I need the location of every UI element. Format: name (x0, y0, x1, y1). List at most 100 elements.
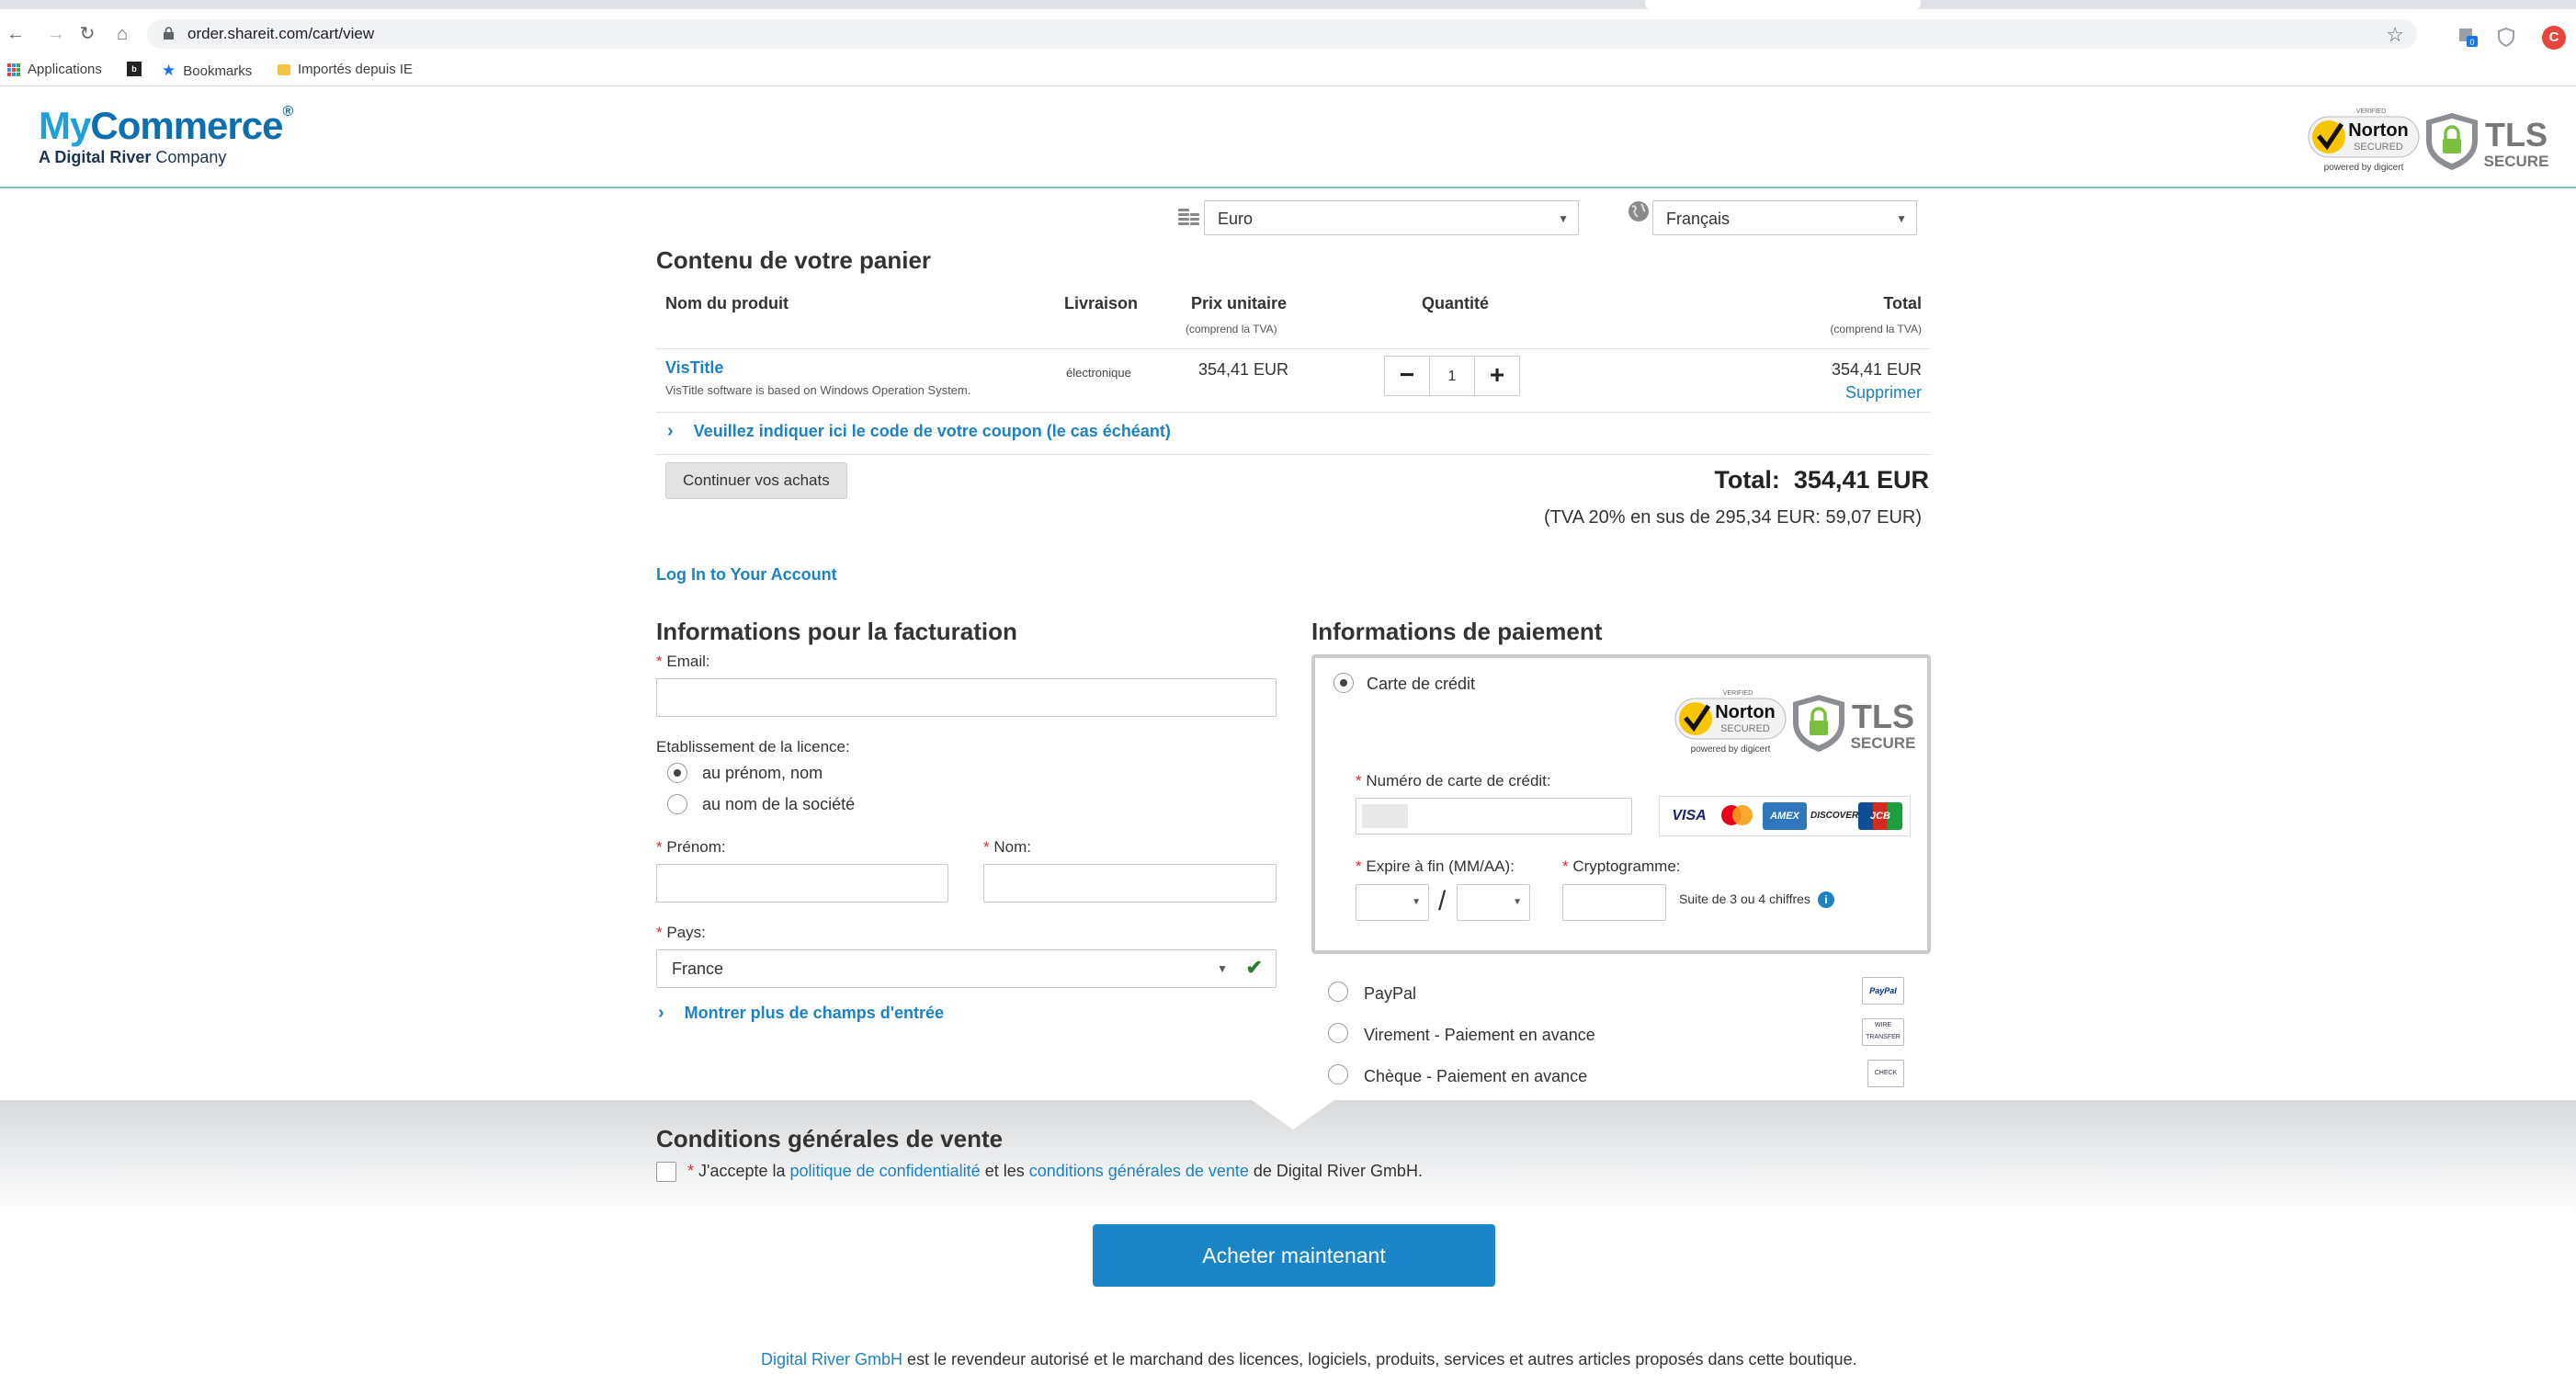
remove-item-link[interactable]: Supprimer (1845, 383, 1922, 403)
cart-title: Contenu de votre panier (656, 246, 932, 274)
credit-card-label: Carte de crédit (1367, 675, 1476, 693)
col-total: Total (1883, 294, 1922, 312)
email-field[interactable] (656, 678, 1277, 717)
star-icon: ★ (162, 62, 176, 79)
currency-select[interactable]: Euro ▼ (1204, 200, 1579, 235)
norton-secured-icon: VERIFIED Norton SECURED powered by digic… (1674, 690, 1787, 755)
norton-text: Norton (1715, 702, 1776, 722)
credit-card-radio[interactable] (1333, 673, 1354, 693)
license-company-label: au nom de la société (702, 795, 856, 813)
continue-shopping-button[interactable]: Continuer vos achats (665, 462, 847, 499)
back-icon[interactable]: ← (6, 24, 26, 44)
product-description: VisTitle software is based on Windows Op… (665, 383, 971, 397)
country-value: France (672, 960, 724, 978)
discover-icon: DISCOVER (1810, 802, 1858, 830)
paypal-radio[interactable] (1328, 982, 1348, 1002)
browser-toolbar: ← → ↻ ⌂ order.shareit.com/cart/view ☆ 0 … (0, 9, 2576, 59)
norton-secured-icon: VERIFIED Norton SECURED powered by digic… (2308, 108, 2420, 173)
accept-terms-checkbox[interactable] (656, 1162, 676, 1182)
cheque-radio[interactable] (1328, 1064, 1348, 1084)
card-brands: VISA AMEX DISCOVER JCB (1659, 796, 1911, 836)
tls-text: TLS (1852, 698, 1914, 735)
terms-of-sale-link[interactable]: conditions générales de vente (1029, 1162, 1249, 1180)
shield-extension-icon[interactable] (2496, 27, 2516, 47)
email-label: * Email: (656, 653, 710, 670)
cvv-hint: Suite de 3 ou 4 chiffres i (1679, 891, 1834, 909)
language-value: Français (1666, 210, 1731, 228)
digital-river-link[interactable]: Digital River GmbH (761, 1350, 902, 1368)
extension-icon[interactable]: 0 (2457, 27, 2478, 47)
firstname-field[interactable] (656, 864, 948, 903)
lastname-field[interactable] (983, 864, 1277, 903)
col-product: Nom du produit (665, 294, 789, 312)
chevron-down-icon: ▼ (1558, 212, 1569, 225)
cvv-field[interactable] (1562, 884, 1666, 921)
payment-title: Informations de paiement (1311, 618, 1603, 645)
card-number-field[interactable] (1356, 798, 1632, 835)
logo-subtitle: A Digital River (39, 148, 152, 166)
active-tab[interactable] (1645, 0, 1921, 9)
col-quantity: Quantité (1422, 294, 1490, 312)
license-company-radio[interactable] (667, 794, 687, 814)
cheque-label: Chèque - Paiement en avance (1364, 1067, 1588, 1085)
bookmark-applications[interactable]: Applications (7, 62, 102, 77)
chevron-down-icon: ▼ (1896, 212, 1907, 225)
more-fields-toggle[interactable]: › Montrer plus de champs d'entrée (658, 1003, 944, 1024)
unit-price: 354,41 EUR (1198, 360, 1289, 379)
country-select[interactable]: France ▼ ✔ (656, 949, 1277, 988)
logo-registered-mark: ® (282, 104, 293, 119)
address-bar[interactable]: order.shareit.com/cart/view ☆ (147, 19, 2417, 49)
license-person-radio[interactable] (667, 763, 687, 783)
bookmarks-bar: Applications b ★ Bookmarks Importés depu… (0, 55, 2576, 86)
profile-avatar[interactable]: C (2542, 26, 2566, 50)
quantity-stepper: − 1 + (1384, 356, 1520, 396)
visa-icon: VISA (1667, 802, 1711, 830)
privacy-policy-link[interactable]: politique de confidentialité (790, 1162, 981, 1180)
language-select[interactable]: Français ▼ (1652, 200, 1917, 235)
firstname-label: * Prénom: (656, 838, 726, 856)
tls-secure-icon: TLS SECURE (2426, 113, 2548, 170)
more-fields-label: Montrer plus de champs d'entrée (684, 1004, 945, 1022)
card-placeholder-icon (1362, 804, 1408, 828)
reload-icon[interactable]: ↻ (77, 24, 97, 44)
lock-icon (164, 27, 174, 40)
info-icon[interactable]: i (1817, 891, 1834, 909)
forward-icon[interactable]: → (46, 24, 66, 44)
cvv-label: * Cryptogramme: (1562, 857, 1681, 875)
wire-transfer-radio[interactable] (1328, 1023, 1348, 1043)
home-icon[interactable]: ⌂ (112, 24, 132, 44)
buy-now-button[interactable]: Acheter maintenant (1093, 1224, 1495, 1287)
expiry-separator: / (1438, 886, 1447, 916)
bookmark-bookmarks[interactable]: ★ Bookmarks (162, 62, 252, 80)
digicert-text: powered by digicert (1691, 744, 1771, 755)
norton-secured-text: SECURED (1720, 723, 1770, 734)
table-divider (656, 412, 1931, 413)
url-text: order.shareit.com/cart/view (187, 25, 375, 42)
line-total: 354,41 EUR (1831, 360, 1922, 379)
increase-quantity-button[interactable]: + (1474, 356, 1520, 396)
bookmark-label: Bookmarks (183, 62, 253, 79)
table-divider (656, 454, 1931, 455)
lastname-label: * Nom: (983, 838, 1031, 856)
mycommerce-logo[interactable]: MyCommerce® A Digital River Company (39, 104, 293, 167)
license-person-label: au prénom, nom (702, 764, 823, 782)
bookmark-imported[interactable]: Importés depuis IE (278, 62, 413, 77)
quantity-input[interactable]: 1 (1430, 356, 1474, 396)
bookmark-site[interactable]: b (127, 62, 142, 76)
product-name-link[interactable]: VisTitle (665, 358, 723, 378)
chevron-right-icon: › (658, 1003, 664, 1023)
decrease-quantity-button[interactable]: − (1384, 356, 1430, 396)
jcb-icon: JCB (1858, 802, 1902, 830)
norton-text: Norton (2348, 120, 2409, 141)
folder-icon (278, 63, 290, 75)
expiry-label: * Expire à fin (MM/AA): (1356, 857, 1515, 875)
col-delivery: Livraison (1064, 294, 1139, 312)
col-unit-price: Prix unitaire (1191, 294, 1288, 312)
coins-icon (1178, 209, 1199, 225)
expiry-month-select[interactable]: ▼ (1356, 884, 1429, 921)
coupon-toggle[interactable]: › Veuillez indiquer ici le code de votre… (667, 421, 1171, 442)
login-link[interactable]: Log In to Your Account (656, 565, 837, 585)
expiry-year-select[interactable]: ▼ (1457, 884, 1530, 921)
bookmark-star-icon[interactable]: ☆ (2386, 23, 2404, 47)
logo-text-my: My (39, 104, 91, 147)
